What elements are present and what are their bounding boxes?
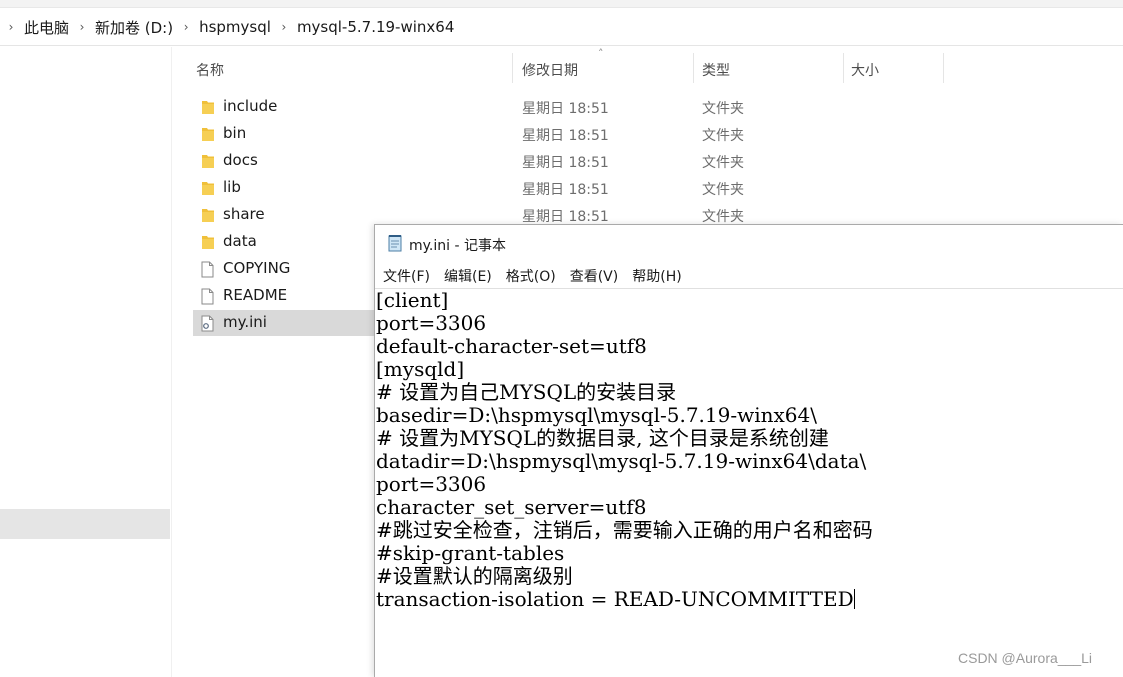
file-icon xyxy=(201,261,214,278)
notepad-menu-bar: 文件(F) 编辑(E) 格式(O) 查看(V) 帮助(H) xyxy=(375,263,1123,287)
file-name: bin xyxy=(223,124,247,142)
file-list-header: 名称 修改日期 类型 大小 xyxy=(172,47,1123,91)
watermark: CSDN @Aurora___Li xyxy=(958,650,1093,666)
file-row[interactable]: lib 星期日 18:51 文件夹 xyxy=(193,175,793,201)
ini-file-icon xyxy=(201,315,214,332)
text-line: #设置默认的隔离级别 xyxy=(376,564,573,588)
text-line: basedir=D:\hspmysql\mysql-5.7.19-winx64\ xyxy=(376,403,817,427)
menu-format[interactable]: 格式(O) xyxy=(506,263,556,287)
text-line: port=3306 xyxy=(376,311,487,335)
text-line: port=3306 xyxy=(376,472,487,496)
text-line: #跳过安全检查，注销后，需要输入正确的用户名和密码 xyxy=(376,518,873,542)
menu-edit[interactable]: 编辑(E) xyxy=(444,263,492,287)
file-row[interactable]: bin 星期日 18:51 文件夹 xyxy=(193,121,793,147)
column-divider[interactable] xyxy=(693,53,694,83)
file-modified-date: 星期日 18:51 xyxy=(522,182,609,198)
file-name: lib xyxy=(223,178,241,196)
text-line: # 设置为自己MYSQL的安装目录 xyxy=(376,380,677,404)
text-line: #skip-grant-tables xyxy=(376,541,565,565)
text-line: default-character-set=utf8 xyxy=(376,334,647,358)
notepad-window[interactable]: my.ini - 记事本 文件(F) 编辑(E) 格式(O) 查看(V) 帮助(… xyxy=(374,224,1123,677)
file-name: include xyxy=(223,97,278,115)
folder-icon xyxy=(202,155,214,168)
text-line: # 设置为MYSQL的数据目录, 这个目录是系统创建 xyxy=(376,426,829,450)
notepad-icon xyxy=(388,235,402,252)
folder-icon xyxy=(202,128,214,141)
notepad-title: my.ini - 记事本 xyxy=(409,238,506,254)
column-divider[interactable] xyxy=(512,53,513,83)
sort-ascending-icon: ˄ xyxy=(598,47,604,60)
file-type: 文件夹 xyxy=(702,182,744,198)
column-header-type[interactable]: 类型 xyxy=(702,60,730,80)
folder-icon xyxy=(202,209,214,222)
column-divider[interactable] xyxy=(943,53,944,83)
folder-icon xyxy=(202,101,214,114)
navigation-pane[interactable] xyxy=(0,47,172,677)
text-line: character_set_server=utf8 xyxy=(376,495,647,519)
file-modified-date: 星期日 18:51 xyxy=(522,101,609,117)
folder-icon xyxy=(202,236,214,249)
chevron-right-icon[interactable]: › xyxy=(75,20,89,34)
chevron-right-icon[interactable]: › xyxy=(4,20,18,34)
file-modified-date: 星期日 18:51 xyxy=(522,128,609,144)
chevron-right-icon[interactable]: › xyxy=(179,20,193,34)
notepad-title-bar[interactable]: my.ini - 记事本 xyxy=(375,225,1123,261)
file-name: my.ini xyxy=(223,313,267,331)
file-type: 文件夹 xyxy=(702,101,744,117)
window-top-strip xyxy=(0,0,1123,8)
breadcrumb-item[interactable]: mysql-5.7.19-winx64 xyxy=(295,18,456,36)
file-modified-date: 星期日 18:51 xyxy=(522,209,609,225)
chevron-right-icon[interactable]: › xyxy=(277,20,291,34)
menu-help[interactable]: 帮助(H) xyxy=(632,263,681,287)
file-name: docs xyxy=(223,151,258,169)
column-header-size[interactable]: 大小 xyxy=(851,60,879,80)
column-header-date[interactable]: 修改日期 xyxy=(522,60,578,80)
file-row-selected[interactable]: my.ini xyxy=(193,310,374,336)
file-type: 文件夹 xyxy=(702,155,744,171)
text-line: datadir=D:\hspmysql\mysql-5.7.19-winx64\… xyxy=(376,449,867,473)
file-name: COPYING xyxy=(223,259,291,277)
file-name: README xyxy=(223,286,288,304)
text-line: [mysqld] xyxy=(376,357,465,381)
file-row[interactable]: docs 星期日 18:51 文件夹 xyxy=(193,148,793,174)
breadcrumb: › 此电脑 › 新加卷 (D:) › hspmysql › mysql-5.7.… xyxy=(0,16,456,38)
file-icon xyxy=(201,288,214,305)
breadcrumb-item[interactable]: hspmysql xyxy=(197,18,273,36)
text-line-with-caret: transaction-isolation = READ-UNCOMMITTED xyxy=(376,588,855,611)
column-divider[interactable] xyxy=(843,53,844,83)
breadcrumb-item[interactable]: 新加卷 (D:) xyxy=(93,17,175,38)
file-type: 文件夹 xyxy=(702,209,744,225)
nav-selected-item[interactable] xyxy=(0,509,170,539)
file-name: share xyxy=(223,205,265,223)
folder-icon xyxy=(202,182,214,195)
menu-file[interactable]: 文件(F) xyxy=(383,263,430,287)
breadcrumb-item[interactable]: 此电脑 xyxy=(22,17,71,38)
text-line: [client] xyxy=(376,288,449,312)
column-header-name[interactable]: 名称 xyxy=(196,60,224,80)
file-type: 文件夹 xyxy=(702,128,744,144)
address-bar[interactable]: › 此电脑 › 新加卷 (D:) › hspmysql › mysql-5.7.… xyxy=(0,0,1123,46)
notepad-text-area[interactable]: [client] port=3306 default-character-set… xyxy=(375,288,1123,677)
file-modified-date: 星期日 18:51 xyxy=(522,155,609,171)
file-row[interactable]: include 星期日 18:51 文件夹 xyxy=(193,94,793,120)
text-caret xyxy=(853,589,855,609)
text-line: transaction-isolation = READ-UNCOMMITTED xyxy=(376,587,854,611)
file-name: data xyxy=(223,232,257,250)
menu-view[interactable]: 查看(V) xyxy=(570,263,619,287)
